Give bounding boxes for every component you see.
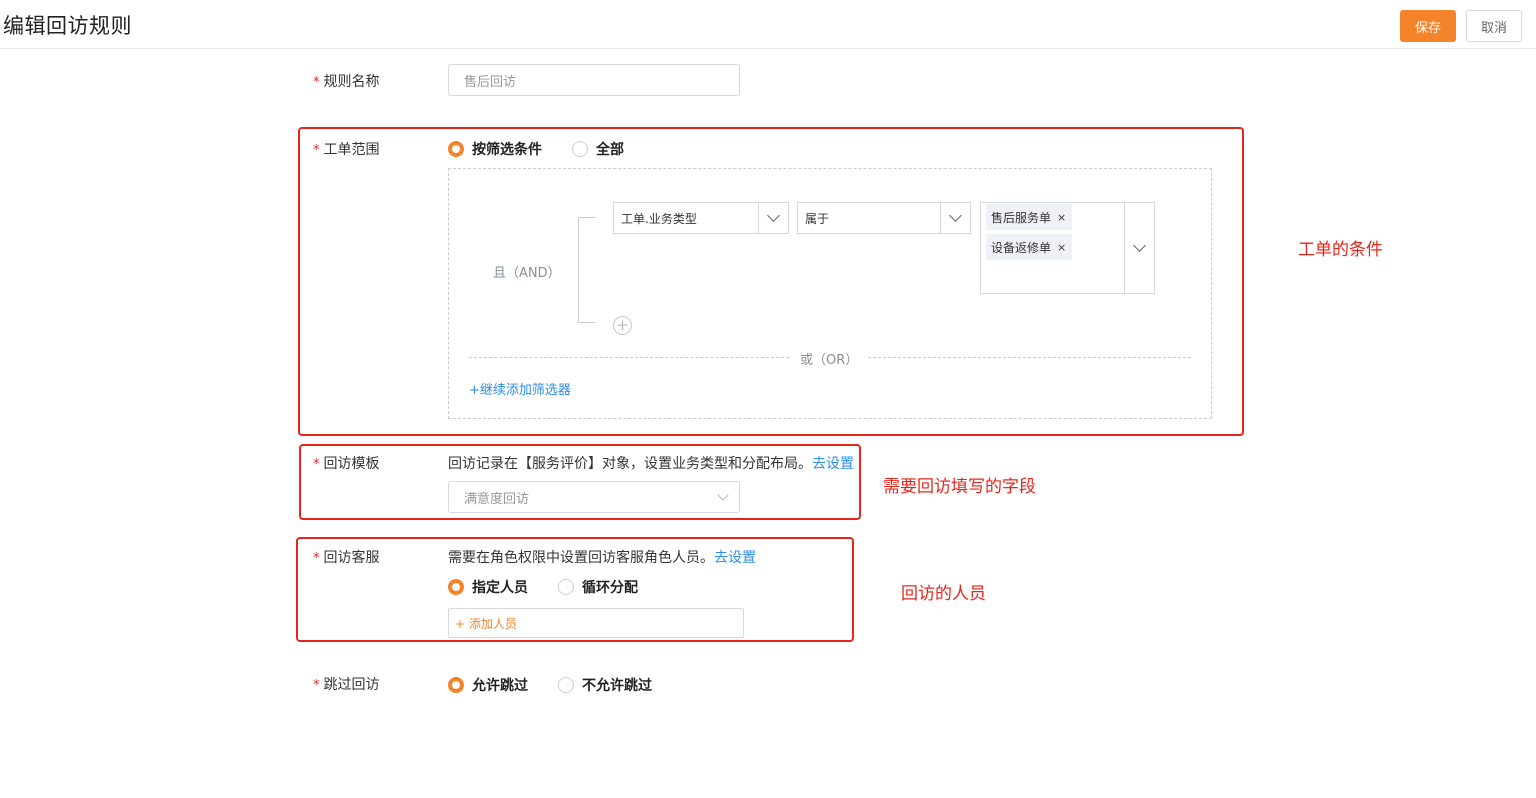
required-mark: *: [313, 678, 320, 693]
cancel-button[interactable]: 取消: [1466, 10, 1522, 42]
page-title: 编辑回访规则: [3, 14, 132, 38]
rule-name-label: * 规则名称: [313, 74, 380, 90]
annotation-conditions: 工单的条件: [1298, 240, 1383, 260]
radio-checked-icon: [448, 677, 464, 693]
annotation-box-conditions: [298, 127, 1244, 436]
required-mark: *: [313, 75, 320, 90]
skip-label: * 跳过回访: [313, 677, 380, 693]
save-button[interactable]: 保存: [1400, 10, 1456, 42]
annotation-box-people: [296, 537, 854, 642]
radio-unchecked-icon: [558, 677, 574, 693]
annotation-people: 回访的人员: [901, 584, 986, 604]
radio-allow-skip[interactable]: 允许跳过: [448, 675, 528, 695]
radio-disallow-skip[interactable]: 不允许跳过: [558, 675, 652, 695]
rule-name-input[interactable]: 售后回访: [448, 64, 740, 96]
annotation-box-fields: [299, 444, 861, 520]
annotation-fields: 需要回访填写的字段: [883, 477, 1036, 497]
skip-radio-group: 允许跳过 不允许跳过: [448, 675, 682, 695]
page-header: 编辑回访规则 保存 取消: [0, 0, 1536, 49]
